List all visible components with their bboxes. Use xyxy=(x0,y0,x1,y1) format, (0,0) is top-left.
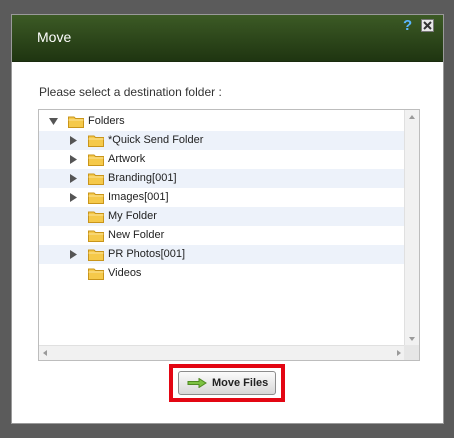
tree-item-label: Videos xyxy=(108,267,142,279)
folder-icon xyxy=(68,116,84,128)
expand-arrow-icon[interactable] xyxy=(69,136,78,145)
tree-item-label: Images[001] xyxy=(108,191,169,203)
folder-icon xyxy=(88,268,104,280)
scroll-up-icon[interactable] xyxy=(409,115,415,119)
horizontal-scrollbar[interactable] xyxy=(39,345,405,360)
move-dialog: Move ? Please select a destination folde… xyxy=(11,14,444,424)
tree-item-label: Artwork xyxy=(108,153,146,165)
folder-icon xyxy=(88,249,104,261)
tree-item-label: Folders xyxy=(88,115,125,127)
destination-prompt: Please select a destination folder : xyxy=(39,85,222,99)
tree-item[interactable]: Artwork xyxy=(39,150,405,169)
dialog-titlebar[interactable]: Move ? xyxy=(12,15,443,62)
move-files-label: Move Files xyxy=(212,377,269,389)
vertical-scrollbar[interactable] xyxy=(404,110,419,346)
tree-item[interactable]: PR Photos[001] xyxy=(39,245,405,264)
tree-item-label: Branding[001] xyxy=(108,172,177,184)
tree-item[interactable]: My Folder xyxy=(39,207,405,226)
scroll-down-icon[interactable] xyxy=(409,337,415,341)
tree-item-label: My Folder xyxy=(108,210,157,222)
folder-icon xyxy=(88,230,104,242)
folder-icon xyxy=(88,173,104,185)
tree-item[interactable]: *Quick Send Folder xyxy=(39,131,405,150)
green-arrow-icon xyxy=(187,378,207,388)
folder-icon xyxy=(88,192,104,204)
expand-arrow-icon[interactable] xyxy=(69,174,78,183)
folder-icon xyxy=(88,154,104,166)
expand-arrow-icon[interactable] xyxy=(69,250,78,259)
tree-item-label: *Quick Send Folder xyxy=(108,134,204,146)
close-icon[interactable] xyxy=(421,19,434,32)
expand-arrow-icon[interactable] xyxy=(69,193,78,202)
collapse-arrow-icon[interactable] xyxy=(49,117,58,126)
scroll-right-icon[interactable] xyxy=(397,350,401,356)
folder-icon xyxy=(88,135,104,147)
folder-tree[interactable]: Folders *Quick Send Folder Artwork Branding… xyxy=(38,109,420,361)
help-icon[interactable]: ? xyxy=(403,18,412,33)
folder-icon xyxy=(88,211,104,223)
expand-arrow-icon[interactable] xyxy=(69,155,78,164)
tree-item[interactable]: Folders xyxy=(39,112,405,131)
tree-item-label: PR Photos[001] xyxy=(108,248,186,260)
dialog-title: Move xyxy=(37,29,72,45)
tree-item-label: New Folder xyxy=(108,229,165,241)
tree-item[interactable]: Images[001] xyxy=(39,188,405,207)
tree-item[interactable]: Branding[001] xyxy=(39,169,405,188)
tree-item[interactable]: Videos xyxy=(39,264,405,283)
move-files-button[interactable]: Move Files xyxy=(178,371,276,395)
tree-item[interactable]: New Folder xyxy=(39,226,405,245)
folder-tree-rows: Folders *Quick Send Folder Artwork Branding… xyxy=(39,110,405,346)
scrollbar-corner xyxy=(404,345,419,360)
scroll-left-icon[interactable] xyxy=(43,350,47,356)
